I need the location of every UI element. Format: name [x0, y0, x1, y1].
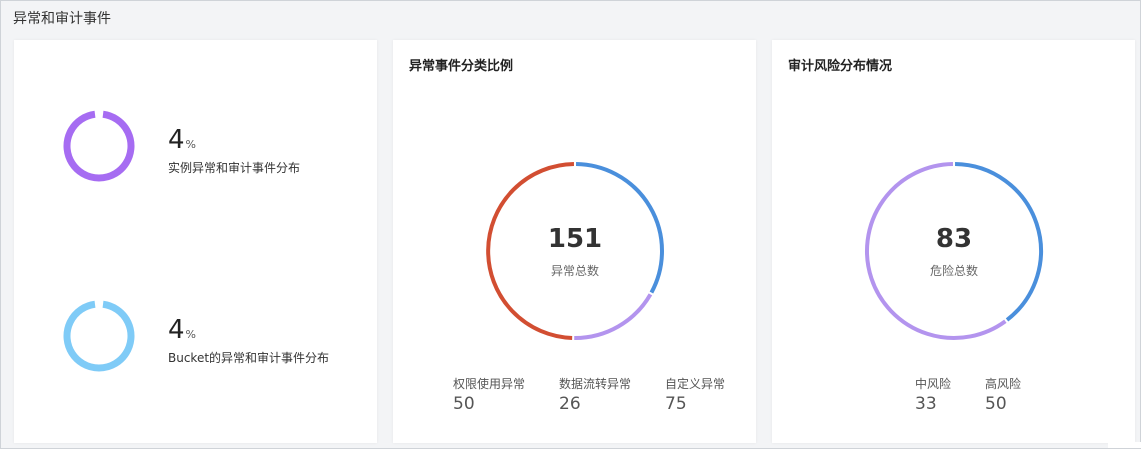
donut-center: 83 危险总数 [861, 158, 1047, 344]
section-title: 异常和审计事件 [13, 11, 111, 27]
anomaly-total-label: 异常总数 [550, 263, 599, 278]
legend-item-custom: 自定义异常 75 [665, 375, 771, 414]
anomaly-legend: 权限使用异常 50 数据流转异常 26 自定义异常 75 [453, 375, 771, 414]
ratio-card: 4% 实例异常和审计事件分布 4% Bucket的异常和审计事件分布 [14, 40, 377, 443]
instance-ratio-value: 4 [168, 125, 185, 155]
instance-ring-arc [63, 110, 135, 182]
bucket-ratio-desc: Bucket的异常和审计事件分布 [168, 351, 330, 365]
instance-ratio-unit: % [185, 138, 196, 151]
legend-item-permission: 权限使用异常 50 [453, 375, 559, 414]
legend-item-dataflow: 数据流转异常 26 [559, 375, 665, 414]
legend-name: 中风险 [915, 377, 952, 391]
anomaly-donut: 151 异常总数 [482, 158, 668, 344]
card-title: 审计风险分布情况 [788, 59, 893, 74]
anomaly-total: 151 [547, 223, 603, 254]
risk-total-label: 危险总数 [929, 263, 978, 278]
legend-value: 33 [915, 394, 937, 414]
instance-ratio-metric: 4% 实例异常和审计事件分布 [168, 125, 300, 176]
legend-name: 权限使用异常 [453, 377, 526, 391]
legend-value: 50 [453, 394, 475, 414]
card-title: 异常事件分类比例 [409, 59, 514, 74]
instance-ratio-desc: 实例异常和审计事件分布 [168, 161, 301, 175]
risk-legend: 中风险 33 高风险 50 [915, 375, 1055, 414]
bucket-ratio-ring [63, 300, 135, 372]
legend-value: 26 [559, 394, 581, 414]
risk-total: 83 [935, 223, 973, 254]
legend-name: 数据流转异常 [559, 377, 632, 391]
anomaly-types-card: 异常事件分类比例 151 异常总数 权限使用异常 50 数据流转异常 26 自定… [393, 40, 756, 443]
legend-item-medium-risk: 中风险 33 [915, 375, 985, 414]
legend-name: 自定义异常 [665, 377, 726, 391]
instance-ratio-ring [63, 110, 135, 182]
risk-donut: 83 危险总数 [861, 158, 1047, 344]
bucket-ratio-value: 4 [168, 315, 185, 345]
legend-name: 高风险 [985, 377, 1022, 391]
legend-item-high-risk: 高风险 50 [985, 375, 1055, 414]
bucket-ring-arc [63, 300, 135, 372]
donut-center: 151 异常总数 [482, 158, 668, 344]
events-panel: 异常和审计事件 4% 实例异常和审计事件分布 4% Bucket的异常和审计事件… [0, 0, 1141, 449]
bucket-ratio-unit: % [185, 328, 196, 341]
audit-risk-card: 审计风险分布情况 83 危险总数 中风险 33 高风险 50 [772, 40, 1135, 443]
legend-value: 75 [665, 394, 687, 414]
scroll-edge [1108, 442, 1141, 448]
legend-value: 50 [985, 394, 1007, 414]
bucket-ratio-metric: 4% Bucket的异常和审计事件分布 [168, 315, 329, 366]
